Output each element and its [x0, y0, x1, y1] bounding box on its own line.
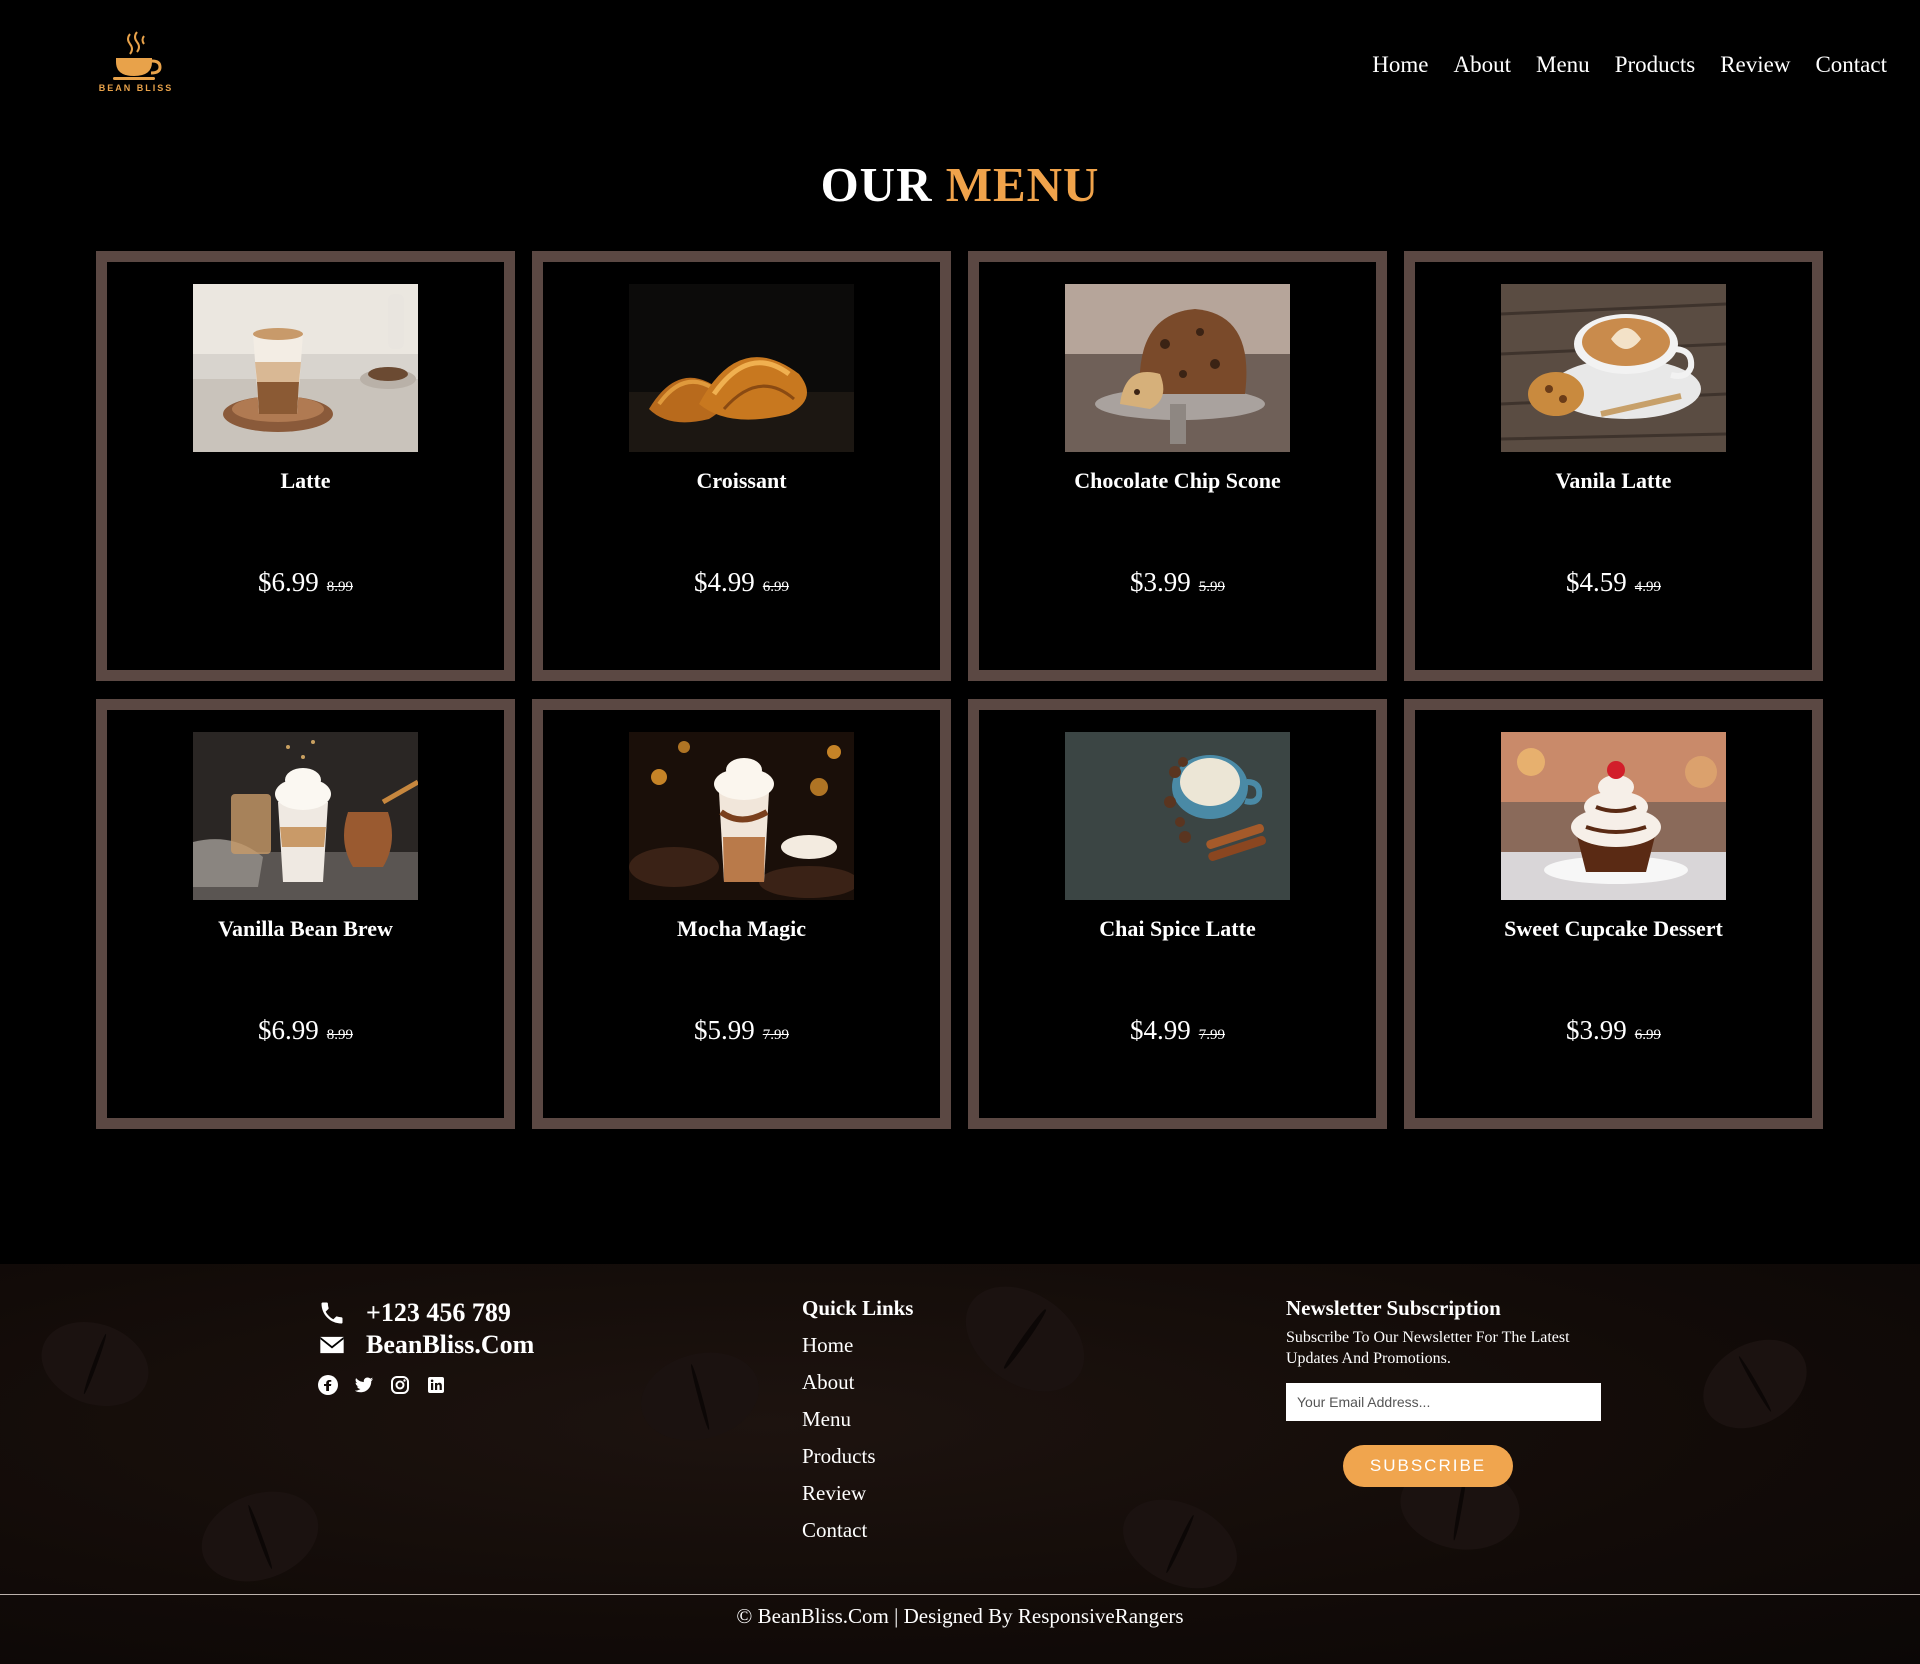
menu-item-old-price: 5.99: [1198, 579, 1225, 595]
menu-item-price: $4.59: [1566, 567, 1627, 597]
footer-link-home[interactable]: Home: [802, 1327, 913, 1364]
menu-title: OUR MENU: [0, 156, 1920, 213]
menu-item-old-price: 7.99: [762, 1027, 789, 1043]
nav-review[interactable]: Review: [1720, 52, 1790, 78]
menu-item-price: $5.99: [694, 1015, 755, 1045]
linkedin-icon[interactable]: [426, 1375, 446, 1395]
vanilla-latte-image: [1501, 284, 1726, 452]
scone-image: [1065, 284, 1290, 452]
price-row: $4.59 4.99: [1415, 567, 1812, 598]
logo-text: BEAN BLISS: [98, 83, 174, 93]
coffee-bean-decoration: [29, 1307, 161, 1421]
price-row: $5.99 7.99: [543, 1015, 940, 1046]
menu-grid: Latte $6.99 8.99 Croissant $4.99 6.99 Ch…: [96, 251, 1825, 1129]
menu-item-name: Vanila Latte: [1555, 468, 1672, 493]
menu-item-price: $6.99: [258, 567, 319, 597]
price-row: $3.99 5.99: [979, 567, 1376, 598]
main-nav: Home About Menu Products Review Contact: [1372, 52, 1887, 78]
menu-item-name: Vanilla Bean Brew: [218, 916, 393, 941]
coffee-bean-decoration: [189, 1476, 331, 1597]
menu-item-price: $6.99: [258, 1015, 319, 1045]
menu-item-old-price: 8.99: [326, 579, 353, 595]
footer-link-menu[interactable]: Menu: [802, 1401, 913, 1438]
nav-about[interactable]: About: [1454, 52, 1512, 78]
footer-divider: [0, 1594, 1920, 1595]
coffee-bean-decoration: [1687, 1321, 1823, 1447]
envelope-icon: [320, 1336, 344, 1354]
menu-item-old-price: 6.99: [1634, 1027, 1661, 1043]
menu-item-old-price: 7.99: [1198, 1027, 1225, 1043]
menu-item-name: Mocha Magic: [677, 916, 806, 941]
vanilla-bean-brew-image: [193, 732, 418, 900]
footer-link-contact[interactable]: Contact: [802, 1512, 913, 1549]
menu-card[interactable]: Mocha Magic $5.99 7.99: [532, 699, 951, 1129]
menu-card[interactable]: Croissant $4.99 6.99: [532, 251, 951, 681]
footer-link-about[interactable]: About: [802, 1364, 913, 1401]
newsletter-text: Subscribe To Our Newsletter For The Late…: [1286, 1329, 1570, 1367]
contact-info: +123 456 789 BeanBliss.Com: [318, 1297, 534, 1395]
menu-item-name: Croissant: [696, 468, 787, 493]
coffee-cup-icon: [113, 31, 162, 80]
quick-links: Quick Links Home About Menu Products Rev…: [802, 1296, 913, 1549]
croissant-image: [629, 284, 854, 452]
newsletter: Newsletter Subscription Subscribe To Our…: [1286, 1296, 1606, 1487]
menu-item-name: Sweet Cupcake Dessert: [1504, 916, 1723, 941]
menu-title-part2: MENU: [945, 157, 1100, 212]
menu-item-name: Chocolate Chip Scone: [1074, 468, 1281, 493]
menu-card[interactable]: Chocolate Chip Scone $3.99 5.99: [968, 251, 1387, 681]
copyright: © BeanBliss.Com | Designed By Responsive…: [736, 1604, 1184, 1628]
twitter-icon[interactable]: [354, 1375, 374, 1395]
menu-item-price: $4.99: [694, 567, 755, 597]
menu-item-price: $3.99: [1130, 567, 1191, 597]
menu-item-old-price: 8.99: [326, 1027, 353, 1043]
menu-item-old-price: 4.99: [1634, 579, 1661, 595]
quick-links-heading: Quick Links: [802, 1296, 914, 1320]
nav-contact[interactable]: Contact: [1815, 52, 1887, 78]
menu-card[interactable]: Latte $6.99 8.99: [96, 251, 515, 681]
email-row: BeanBliss.Com: [318, 1329, 534, 1361]
menu-item-name: Latte: [280, 468, 331, 493]
coffee-bean-decoration: [1108, 1482, 1252, 1606]
price-row: $4.99 7.99: [979, 1015, 1376, 1046]
subscribe-button[interactable]: SUBSCRIBE: [1343, 1445, 1513, 1487]
menu-card[interactable]: Vanilla Bean Brew $6.99 8.99: [96, 699, 515, 1129]
price-row: $6.99 8.99: [107, 1015, 504, 1046]
price-row: $4.99 6.99: [543, 567, 940, 598]
email-address[interactable]: BeanBliss.Com: [366, 1330, 534, 1360]
menu-item-name: Chai Spice Latte: [1099, 916, 1256, 941]
social-links: [318, 1375, 534, 1395]
menu-card[interactable]: Sweet Cupcake Dessert $3.99 6.99: [1404, 699, 1823, 1129]
phone-number[interactable]: +123 456 789: [366, 1298, 511, 1328]
facebook-icon[interactable]: [318, 1375, 338, 1395]
menu-card[interactable]: Chai Spice Latte $4.99 7.99: [968, 699, 1387, 1129]
site-header: BEAN BLISS Home About Menu Products Revi…: [0, 0, 1920, 140]
nav-home[interactable]: Home: [1372, 52, 1428, 78]
menu-item-price: $4.99: [1130, 1015, 1191, 1045]
menu-title-part1: OUR: [820, 157, 933, 212]
footer-link-products[interactable]: Products: [802, 1438, 913, 1475]
nav-menu[interactable]: Menu: [1536, 52, 1590, 78]
menu-item-old-price: 6.99: [762, 579, 789, 595]
email-input[interactable]: Your Email Address...: [1286, 1383, 1601, 1421]
mocha-image: [629, 732, 854, 900]
newsletter-heading: Newsletter Subscription: [1286, 1296, 1501, 1320]
footer-link-review[interactable]: Review: [802, 1475, 913, 1512]
instagram-icon[interactable]: [390, 1375, 410, 1395]
chai-image: [1065, 732, 1290, 900]
menu-item-price: $3.99: [1566, 1015, 1627, 1045]
phone-icon: [321, 1302, 343, 1324]
cupcake-image: [1501, 732, 1726, 900]
site-footer: +123 456 789 BeanBliss.Com Quick Links H…: [0, 1264, 1920, 1664]
menu-card[interactable]: Vanila Latte $4.59 4.99: [1404, 251, 1823, 681]
logo[interactable]: BEAN BLISS: [96, 30, 176, 110]
latte-image: [193, 284, 418, 452]
phone-row: +123 456 789: [318, 1297, 534, 1329]
nav-products[interactable]: Products: [1615, 52, 1696, 78]
coffee-bean-decoration: [631, 1339, 769, 1454]
coffee-bean-decoration: [945, 1264, 1105, 1414]
price-row: $3.99 6.99: [1415, 1015, 1812, 1046]
price-row: $6.99 8.99: [107, 567, 504, 598]
